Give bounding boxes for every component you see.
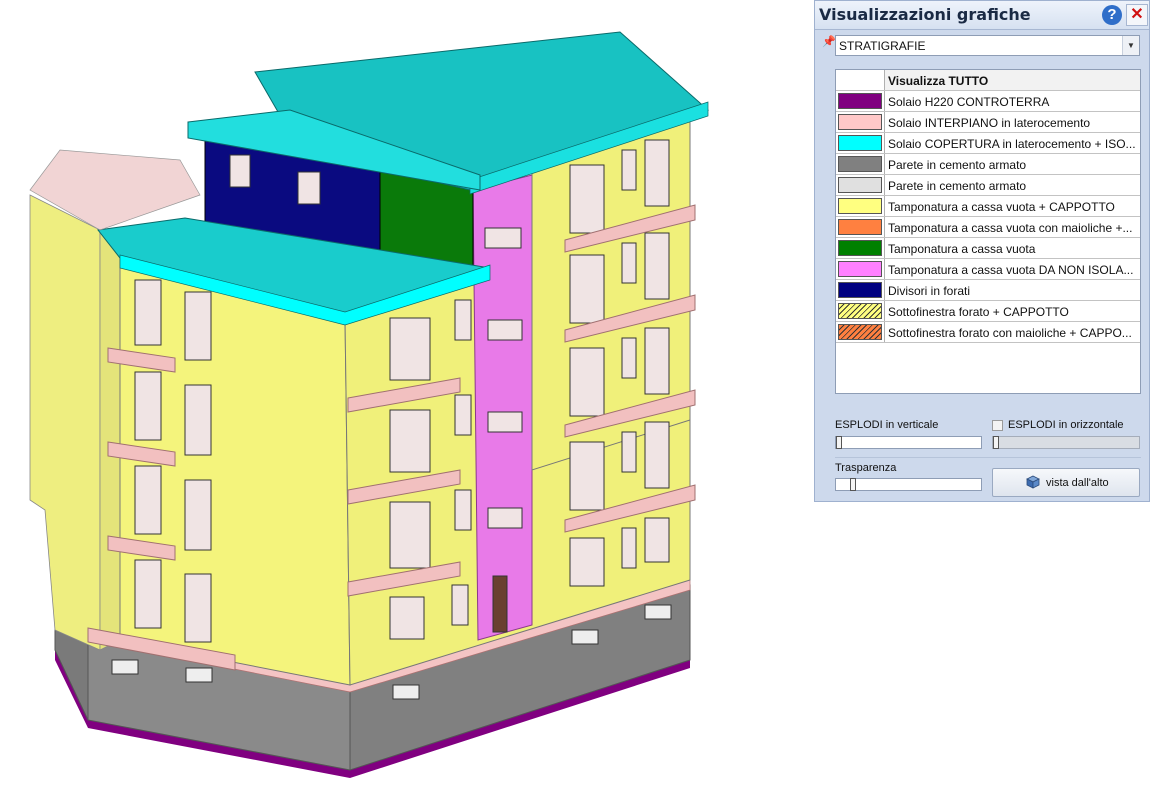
layer-row[interactable]: Sottofinestra forato con maioliche + CAP…	[836, 322, 1140, 343]
help-icon[interactable]: ?	[1102, 5, 1122, 25]
layer-color	[838, 177, 882, 193]
layer-color	[838, 156, 882, 172]
layer-list[interactable]: Visualizza TUTTO Solaio H220 CONTROTERRA…	[835, 69, 1141, 394]
slider-thumb[interactable]	[850, 478, 856, 491]
layer-row[interactable]: Tamponatura a cassa vuota DA NON ISOLA..…	[836, 259, 1140, 280]
layer-label: Tamponatura a cassa vuota	[888, 242, 1036, 256]
layer-color	[838, 240, 882, 256]
layer-color	[838, 261, 882, 277]
explode-horizontal-slider[interactable]	[992, 436, 1140, 449]
layer-color	[838, 324, 882, 340]
layer-swatch	[836, 154, 885, 174]
layer-row[interactable]: Solaio H220 CONTROTERRA	[836, 91, 1140, 112]
layer-row[interactable]: Tamponatura a cassa vuota con maioliche …	[836, 217, 1140, 238]
layer-row[interactable]: Parete in cemento armato	[836, 154, 1140, 175]
explode-vertical-slider[interactable]	[835, 436, 982, 449]
layer-label: Sottofinestra forato con maioliche + CAP…	[888, 326, 1132, 340]
3d-viewport[interactable]	[0, 0, 810, 808]
layer-label: Tamponatura a cassa vuota DA NON ISOLA..…	[888, 263, 1134, 277]
explode-vertical-label: ESPLODI in verticale	[835, 419, 939, 431]
layer-label: Visualizza TUTTO	[888, 74, 989, 88]
layer-label: Solaio H220 CONTROTERRA	[888, 95, 1050, 109]
layer-swatch	[836, 175, 885, 195]
layer-swatch	[836, 217, 885, 237]
transparency-label: Trasparenza	[835, 462, 897, 474]
layer-color	[838, 198, 882, 214]
layer-row[interactable]: Parete in cemento armato	[836, 175, 1140, 196]
layer-row[interactable]: Solaio COPERTURA in laterocemento + ISO.…	[836, 133, 1140, 154]
layer-swatch	[836, 259, 885, 279]
view-mode-select[interactable]: STRATIGRAFIE ▼	[835, 35, 1140, 56]
layer-swatch	[836, 280, 885, 300]
graphic-views-panel: Visualizzazioni grafiche ? ✕ 📌 STRATIGRA…	[814, 0, 1150, 502]
layer-label: Solaio INTERPIANO in laterocemento	[888, 116, 1091, 130]
layer-swatch	[836, 196, 885, 216]
layer-swatch	[836, 112, 885, 132]
layer-row[interactable]: Divisori in forati	[836, 280, 1140, 301]
left-wing-wall	[29, 194, 101, 651]
layer-row[interactable]: Tamponatura a cassa vuota + CAPPOTTO	[836, 196, 1140, 217]
layer-swatch	[836, 238, 885, 258]
layer-row[interactable]: Sottofinestra forato + CAPPOTTO	[836, 301, 1140, 322]
panel-title: Visualizzazioni grafiche	[819, 5, 1031, 24]
pin-icon[interactable]: 📌	[822, 35, 836, 48]
top-view-button[interactable]: vista dall'alto	[992, 468, 1140, 497]
layer-swatch	[836, 91, 885, 111]
cube-icon	[1026, 475, 1040, 489]
layer-swatch	[836, 322, 885, 342]
slider-thumb[interactable]	[993, 436, 999, 449]
top-view-label: vista dall'alto	[1046, 477, 1109, 489]
slider-thumb[interactable]	[836, 436, 842, 449]
layer-row-show-all[interactable]: Visualizza TUTTO	[836, 70, 1140, 91]
layer-label: Divisori in forati	[888, 284, 971, 298]
transparency-slider[interactable]	[835, 478, 982, 491]
layer-swatch	[836, 301, 885, 321]
layer-color	[838, 114, 882, 130]
layer-label: Parete in cemento armato	[888, 158, 1027, 172]
layer-label: Parete in cemento armato	[888, 179, 1027, 193]
explode-horizontal-label: ESPLODI in orizzontale	[1008, 419, 1124, 431]
divider	[835, 457, 1141, 458]
view-mode-value: STRATIGRAFIE	[839, 39, 926, 53]
layer-label: Solaio COPERTURA in laterocemento + ISO.…	[888, 137, 1136, 151]
layer-label: Tamponatura a cassa vuota con maioliche …	[888, 221, 1133, 235]
layer-swatch	[836, 133, 885, 153]
layer-color	[838, 303, 882, 319]
explode-horizontal-checkbox[interactable]	[992, 420, 1003, 431]
close-icon[interactable]: ✕	[1126, 4, 1148, 26]
panel-header: Visualizzazioni grafiche ? ✕	[815, 1, 1149, 30]
building-model[interactable]	[0, 0, 810, 808]
layer-label: Tamponatura a cassa vuota + CAPPOTTO	[888, 200, 1115, 214]
layer-color	[838, 219, 882, 235]
layer-color	[838, 282, 882, 298]
layer-label: Sottofinestra forato + CAPPOTTO	[888, 305, 1069, 319]
layer-row[interactable]: Solaio INTERPIANO in laterocemento	[836, 112, 1140, 133]
layer-swatch	[836, 70, 885, 90]
layer-row[interactable]: Tamponatura a cassa vuota	[836, 238, 1140, 259]
left-wing-front	[99, 229, 121, 651]
layer-color	[838, 135, 882, 151]
layer-color	[838, 93, 882, 109]
chevron-down-icon[interactable]: ▼	[1122, 36, 1139, 55]
